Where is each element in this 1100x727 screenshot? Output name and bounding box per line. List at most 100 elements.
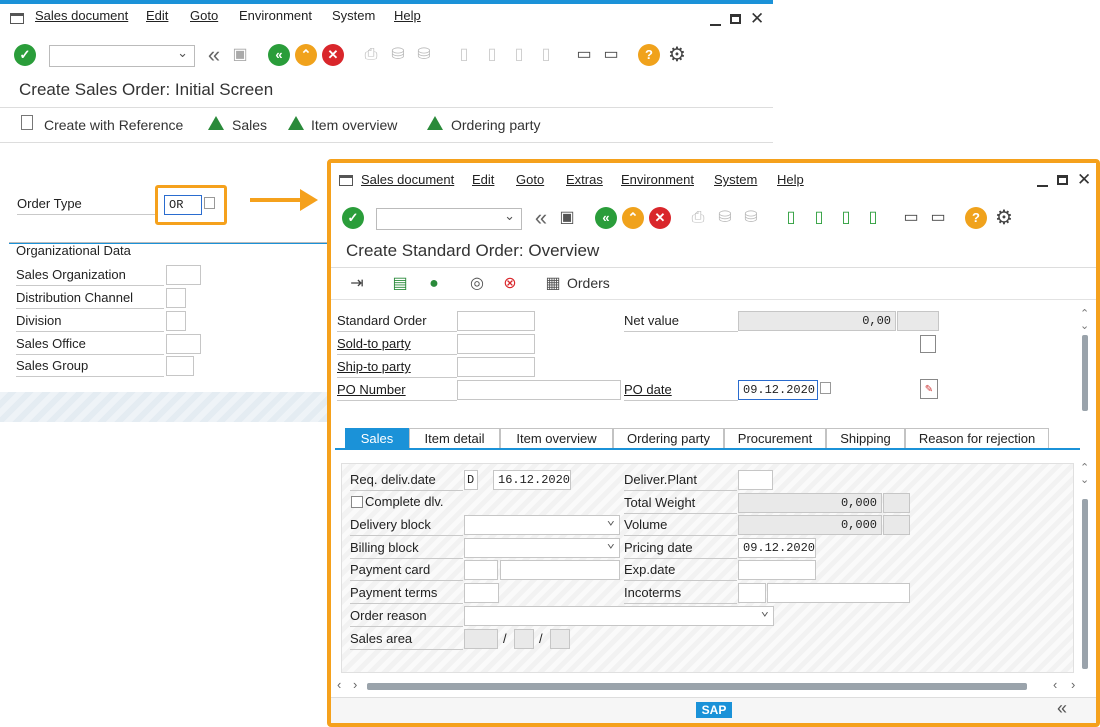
- menu-help[interactable]: Help: [394, 0, 421, 33]
- sales-button[interactable]: Sales: [232, 117, 267, 133]
- scroll-right-icon[interactable]: ›: [353, 677, 357, 692]
- incoterms-field[interactable]: [738, 583, 766, 603]
- scroll-thumb[interactable]: [1082, 335, 1088, 411]
- delete-item-icon[interactable]: ⊗: [499, 273, 521, 295]
- panel-scrollbar[interactable]: ⌃ ⌄: [1080, 462, 1090, 673]
- menu-system[interactable]: System: [332, 0, 375, 33]
- shortcut-icon[interactable]: ▭: [600, 44, 622, 66]
- command-field[interactable]: ⌄: [49, 45, 195, 67]
- distribution-channel-field[interactable]: [166, 288, 186, 308]
- close-icon[interactable]: ✕: [1077, 170, 1091, 190]
- calendar-help-icon[interactable]: [820, 382, 831, 394]
- sold-to-party-field[interactable]: [457, 334, 535, 354]
- pricing-date-field[interactable]: 09.12.2020: [738, 538, 816, 558]
- tab-item-overview[interactable]: Item overview: [500, 428, 613, 448]
- scroll-down-icon[interactable]: ⌄: [1080, 319, 1089, 332]
- help-icon[interactable]: ?: [638, 44, 660, 66]
- ordering-party-button[interactable]: Ordering party: [451, 117, 540, 133]
- tab-shipping[interactable]: Shipping: [826, 428, 905, 448]
- scroll-down-icon[interactable]: ⌄: [1080, 473, 1089, 486]
- back-icon[interactable]: «: [595, 207, 617, 229]
- horizontal-scroll-thumb[interactable]: [367, 683, 1027, 690]
- scroll-left-icon[interactable]: ‹: [337, 677, 341, 692]
- menu-environment[interactable]: Environment: [239, 0, 312, 33]
- pdf-document-icon[interactable]: ✎: [920, 379, 938, 399]
- save-icon[interactable]: ▣: [229, 44, 251, 66]
- enter-check-icon[interactable]: ✓: [342, 207, 364, 229]
- sales-group-field[interactable]: [166, 356, 194, 376]
- header-details-icon[interactable]: ⇥: [346, 273, 368, 295]
- save-icon[interactable]: ▣: [556, 207, 578, 229]
- previous-page-icon[interactable]: ▯: [808, 207, 830, 229]
- minimize-icon[interactable]: [710, 24, 721, 26]
- sold-to-party-label[interactable]: Sold-to party: [337, 334, 457, 355]
- back-icon[interactable]: «: [268, 44, 290, 66]
- close-icon[interactable]: ✕: [750, 9, 764, 29]
- tab-procurement[interactable]: Procurement: [724, 428, 826, 448]
- menu-sales-document[interactable]: Sales document: [35, 0, 128, 33]
- deliver-plant-field[interactable]: [738, 470, 773, 490]
- command-field[interactable]: ⌄: [376, 208, 522, 230]
- settings-gear-icon[interactable]: ⚙: [993, 207, 1015, 229]
- header-scrollbar[interactable]: ⌃ ⌄: [1080, 308, 1090, 411]
- exit-icon[interactable]: ⌃: [295, 44, 317, 66]
- exit-icon[interactable]: ⌃: [622, 207, 644, 229]
- complete-dlv-checkbox[interactable]: [351, 496, 363, 508]
- person-icon[interactable]: ●: [423, 273, 445, 295]
- order-type-field[interactable]: OR: [164, 195, 202, 215]
- menu-goto[interactable]: Goto: [516, 163, 544, 197]
- menu-icon[interactable]: [10, 13, 24, 24]
- ship-to-party-label[interactable]: Ship-to party: [337, 357, 457, 378]
- last-page-icon[interactable]: ▯: [862, 207, 884, 229]
- tab-sales[interactable]: Sales: [345, 428, 409, 448]
- menu-sales-document[interactable]: Sales document: [361, 163, 454, 197]
- maximize-icon[interactable]: [730, 14, 741, 24]
- maximize-icon[interactable]: [1057, 175, 1068, 185]
- ship-to-party-field[interactable]: [457, 357, 535, 377]
- menu-extras[interactable]: Extras: [566, 163, 603, 197]
- incoterms-location-field[interactable]: [767, 583, 910, 603]
- sales-office-field[interactable]: [166, 334, 201, 354]
- create-with-reference-button[interactable]: Create with Reference: [44, 117, 183, 133]
- tab-reason-for-rejection[interactable]: Reason for rejection: [905, 428, 1049, 448]
- menu-help[interactable]: Help: [777, 163, 804, 197]
- document-icon[interactable]: [920, 335, 936, 353]
- next-page-icon[interactable]: ▯: [835, 207, 857, 229]
- collapse-status-icon[interactable]: «: [1057, 698, 1067, 719]
- settings-gear-icon[interactable]: ⚙: [666, 44, 688, 66]
- payment-card-field[interactable]: [500, 560, 620, 580]
- po-number-label[interactable]: PO Number: [337, 380, 457, 401]
- delivery-block-select[interactable]: [464, 515, 620, 535]
- po-date-field[interactable]: 09.12.2020: [738, 380, 818, 400]
- menu-environment[interactable]: Environment: [621, 163, 694, 197]
- menu-edit[interactable]: Edit: [146, 0, 168, 33]
- standard-order-field[interactable]: [457, 311, 535, 331]
- payment-terms-field[interactable]: [464, 583, 499, 603]
- billing-block-select[interactable]: [464, 538, 620, 558]
- division-field[interactable]: [166, 311, 186, 331]
- menu-edit[interactable]: Edit: [472, 163, 494, 197]
- create-reference-icon[interactable]: [21, 115, 33, 130]
- business-partner-icon[interactable]: ▤: [389, 273, 411, 295]
- double-chevron-left-icon[interactable]: «: [203, 44, 225, 66]
- new-session-icon[interactable]: ▭: [900, 207, 922, 229]
- double-chevron-left-icon[interactable]: «: [530, 207, 552, 229]
- menu-system[interactable]: System: [714, 163, 757, 197]
- help-icon[interactable]: ?: [965, 207, 987, 229]
- cancel-icon[interactable]: ✕: [649, 207, 671, 229]
- scroll-left-icon[interactable]: ‹: [1053, 677, 1057, 692]
- req-deliv-type-field[interactable]: D: [464, 470, 478, 490]
- order-reason-select[interactable]: [464, 606, 774, 626]
- menu-goto[interactable]: Goto: [190, 0, 218, 33]
- horizontal-scrollbar[interactable]: ‹ › ‹ ›: [337, 677, 1082, 693]
- req-deliv-date-field[interactable]: 16.12.2020: [493, 470, 571, 490]
- tab-ordering-party[interactable]: Ordering party: [613, 428, 724, 448]
- payment-card-type-field[interactable]: [464, 560, 498, 580]
- cancel-icon[interactable]: ✕: [322, 44, 344, 66]
- orders-table-icon[interactable]: ▦: [542, 273, 564, 295]
- enter-check-icon[interactable]: ✓: [14, 44, 36, 66]
- scroll-right-icon[interactable]: ›: [1071, 677, 1075, 692]
- scroll-thumb[interactable]: [1082, 499, 1088, 669]
- minimize-icon[interactable]: [1037, 185, 1048, 187]
- new-session-icon[interactable]: ▭: [573, 44, 595, 66]
